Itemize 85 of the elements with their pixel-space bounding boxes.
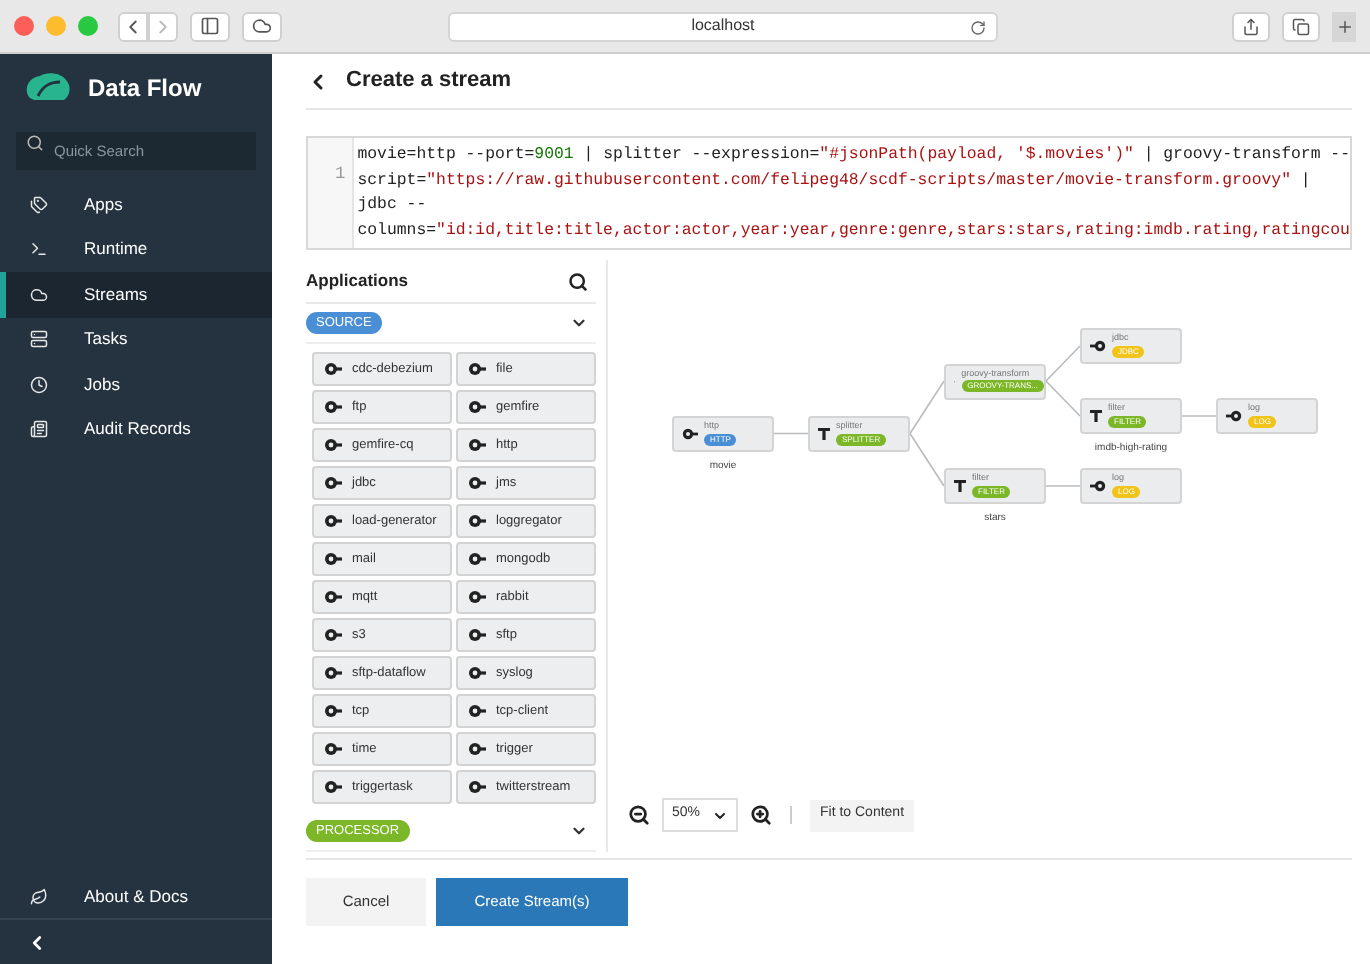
connector-line bbox=[1045, 345, 1081, 382]
source-port-icon bbox=[468, 704, 486, 718]
sink-port-icon bbox=[1090, 480, 1106, 492]
newspaper-icon bbox=[30, 420, 48, 439]
source-port-icon bbox=[468, 590, 486, 604]
address-bar[interactable]: localhost bbox=[448, 11, 998, 41]
nav-item[interactable]: Tasks bbox=[0, 317, 272, 362]
code-line: script="https://raw.githubusercontent.com/felipeg48/scdf-scripts/master/movie-transform.groovy" | bbox=[357, 169, 1313, 193]
connector-line bbox=[1045, 380, 1081, 417]
source-port-icon bbox=[468, 742, 486, 756]
page-title: Create a stream bbox=[346, 66, 512, 97]
source-port-icon bbox=[468, 628, 486, 642]
source-port-icon bbox=[324, 704, 342, 718]
clock-icon bbox=[30, 375, 48, 394]
sidebar-toggle-button[interactable] bbox=[190, 11, 230, 41]
nav-item[interactable]: Jobs bbox=[0, 362, 272, 407]
nav-item[interactable]: Streams bbox=[0, 272, 272, 317]
leaf-icon bbox=[30, 888, 48, 906]
connector-line bbox=[909, 432, 945, 487]
nav-label: Tasks bbox=[84, 326, 128, 353]
source-port-icon bbox=[468, 400, 486, 414]
line-number: 1 bbox=[335, 164, 346, 184]
cloud-icon bbox=[252, 16, 272, 36]
nav-item[interactable]: Runtime bbox=[0, 227, 272, 272]
nav-label: Jobs bbox=[84, 371, 120, 398]
nav-item[interactable]: Apps bbox=[0, 182, 272, 227]
nav-label: Runtime bbox=[84, 236, 148, 263]
share-button[interactable] bbox=[1232, 11, 1270, 41]
source-port-icon bbox=[468, 514, 486, 528]
nav-label: Audit Records bbox=[84, 416, 191, 443]
source-port-icon bbox=[324, 476, 342, 490]
chevron-down-icon[interactable] bbox=[570, 822, 588, 840]
brand-name: Data Flow bbox=[88, 71, 202, 105]
source-port-icon bbox=[324, 438, 342, 452]
source-port-icon bbox=[324, 590, 342, 604]
zoom-out-icon[interactable] bbox=[628, 804, 650, 826]
chevron-down-icon[interactable] bbox=[570, 314, 588, 332]
source-port-icon bbox=[468, 552, 486, 566]
source-port-icon bbox=[324, 742, 342, 756]
sidebar-icon bbox=[200, 16, 220, 36]
new-tab-button[interactable] bbox=[1332, 11, 1356, 41]
nav-item[interactable]: Audit Records bbox=[0, 407, 272, 452]
zoom-in-icon[interactable] bbox=[750, 804, 772, 826]
source-port-icon bbox=[324, 514, 342, 528]
source-port-icon bbox=[468, 438, 486, 452]
connector-line bbox=[773, 432, 809, 435]
sink-port-icon bbox=[1226, 410, 1242, 422]
logo-icon bbox=[24, 71, 72, 103]
url-text: localhost bbox=[691, 14, 755, 38]
source-port-icon bbox=[324, 362, 342, 376]
tags-icon bbox=[30, 195, 48, 214]
palette-title: Applications bbox=[306, 268, 409, 294]
server-icon bbox=[30, 330, 48, 349]
source-port-icon bbox=[324, 666, 342, 680]
plus-icon bbox=[1335, 17, 1353, 35]
code-line: columns="id:id,title:title,actor:actor,year:year,genre:genre,stars:stars,rating:imdb.rating,ratingcou bbox=[357, 219, 1350, 243]
sink-port-icon bbox=[1090, 340, 1106, 352]
chevron-down-icon bbox=[712, 807, 728, 823]
source-port-icon bbox=[468, 362, 486, 376]
connector-line bbox=[1181, 415, 1217, 417]
connector-line bbox=[909, 380, 945, 435]
cloud-icon bbox=[30, 285, 48, 304]
search-icon bbox=[26, 134, 44, 152]
connector-line bbox=[1045, 485, 1081, 487]
source-port-icon bbox=[468, 476, 486, 490]
source-port-icon bbox=[324, 552, 342, 566]
back-button[interactable] bbox=[118, 11, 148, 41]
terminal-icon bbox=[30, 240, 48, 259]
search-icon[interactable] bbox=[568, 271, 588, 291]
nav-label: Apps bbox=[84, 191, 123, 218]
code-line: jdbc -- bbox=[357, 194, 429, 218]
reload-icon[interactable] bbox=[970, 19, 986, 35]
tabs-icon bbox=[1292, 17, 1310, 35]
source-port-icon bbox=[682, 427, 698, 440]
code-line: movie=http --port=9001 | splitter --expression="#jsonPath(payload, '$.movies')" | groovy-transform -- bbox=[357, 144, 1350, 168]
share-icon bbox=[1242, 17, 1260, 35]
tabs-button[interactable] bbox=[1282, 11, 1320, 41]
source-port-icon bbox=[468, 666, 486, 680]
code-editor[interactable] bbox=[306, 136, 1352, 250]
source-port-icon bbox=[324, 780, 342, 794]
source-port-icon bbox=[468, 780, 486, 794]
nav-label: Streams bbox=[84, 281, 148, 308]
cloud-tabs-button[interactable] bbox=[242, 11, 282, 41]
source-port-icon bbox=[324, 628, 342, 642]
source-port-icon bbox=[324, 400, 342, 414]
